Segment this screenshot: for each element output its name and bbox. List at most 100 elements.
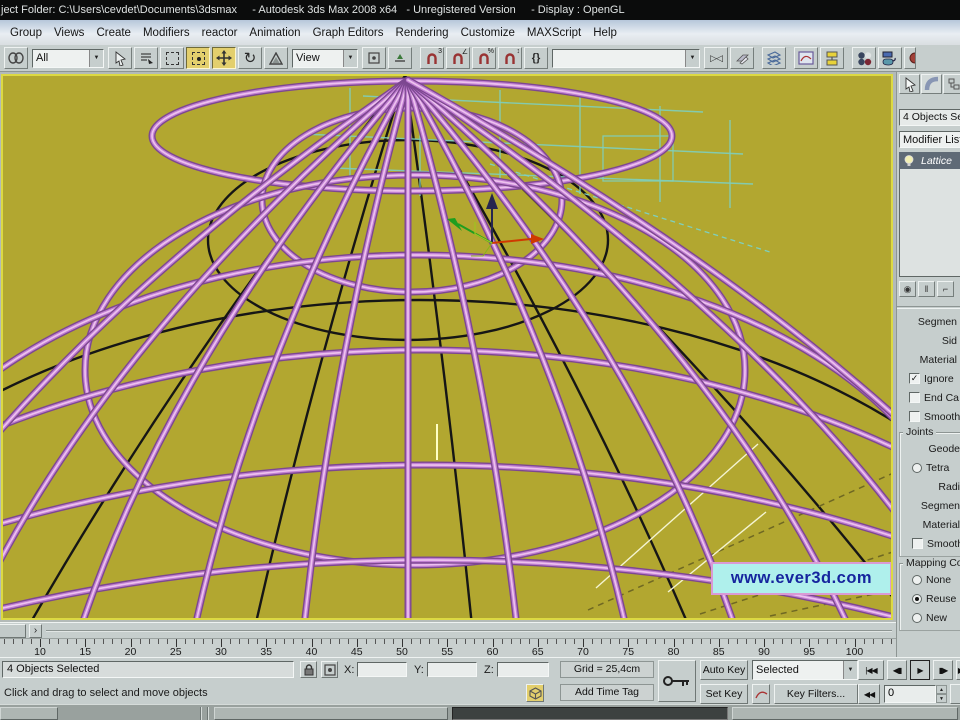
menu-animation[interactable]: Animation: [243, 24, 306, 42]
snap-toggle-3d-button[interactable]: 3: [420, 47, 444, 69]
set-keys-button[interactable]: [658, 660, 696, 702]
menu-maxscript[interactable]: MAXScript: [521, 24, 587, 42]
current-frame-field[interactable]: 0: [884, 685, 936, 703]
play-button[interactable]: ▶: [910, 660, 930, 680]
menu-views[interactable]: Views: [48, 24, 90, 42]
object-name-field[interactable]: 4 Objects Selected: [899, 109, 960, 126]
curve-editor-button[interactable]: [794, 47, 818, 69]
chevron-down-icon[interactable]: ▼: [89, 49, 103, 67]
modifier-stack-list[interactable]: [899, 169, 960, 277]
taskbar-segment[interactable]: [0, 707, 58, 720]
spinner-snap-button[interactable]: ↕: [498, 47, 522, 69]
viewport-canvas[interactable]: [3, 76, 891, 618]
x-coordinate-field[interactable]: [357, 662, 407, 677]
edit-named-selections-button[interactable]: {}: [524, 47, 548, 69]
checkbox[interactable]: ✓: [909, 373, 920, 384]
rollout-radio-tetra[interactable]: Tetra: [900, 458, 960, 477]
layer-manager-button[interactable]: [762, 47, 786, 69]
chevron-down-icon[interactable]: ▼: [843, 661, 857, 679]
menu-modifiers[interactable]: Modifiers: [137, 24, 196, 42]
selection-region-button[interactable]: [160, 47, 184, 69]
rollout-checkbox-end-ca[interactable]: End Ca: [897, 388, 960, 407]
perspective-viewport[interactable]: www.ever3d.com: [3, 76, 891, 618]
default-in-out-tangents-button[interactable]: [752, 684, 770, 704]
tab-modify[interactable]: [921, 74, 942, 94]
selection-filter-dropdown[interactable]: All ▼: [32, 48, 104, 68]
next-frame-arrow-button[interactable]: ›: [29, 624, 42, 638]
spinner-down-icon[interactable]: ▼: [936, 694, 947, 703]
show-end-result-button[interactable]: ‖: [918, 281, 935, 297]
chevron-down-icon[interactable]: ▼: [685, 49, 699, 67]
absolute-offset-toggle[interactable]: [321, 661, 338, 678]
time-slider-handle[interactable]: [0, 624, 26, 638]
rollout-checkbox-smooth[interactable]: Smooth: [900, 534, 960, 553]
select-object-button[interactable]: [108, 47, 132, 69]
select-by-name-button[interactable]: [134, 47, 158, 69]
previous-frame-button[interactable]: ◀▮: [887, 660, 907, 680]
rollout-radio-new[interactable]: New: [900, 608, 960, 627]
window-crossing-toggle[interactable]: [186, 47, 210, 69]
select-and-move-button[interactable]: [212, 47, 236, 69]
spinner-up-icon[interactable]: ▲: [936, 685, 947, 694]
quick-render-button[interactable]: [904, 47, 916, 69]
chevron-down-icon[interactable]: ▼: [343, 49, 357, 67]
schematic-view-button[interactable]: [820, 47, 844, 69]
viewport-nav-clipped-button[interactable]: [950, 684, 960, 704]
use-pivot-center-button[interactable]: [362, 47, 386, 69]
add-time-tag[interactable]: Add Time Tag: [560, 684, 654, 701]
selection-lock-toggle[interactable]: [300, 661, 317, 678]
set-key-button[interactable]: Set Key: [700, 684, 748, 704]
auto-key-button[interactable]: Auto Key: [700, 660, 748, 680]
render-setup-button[interactable]: [878, 47, 902, 69]
modifier-list-dropdown[interactable]: Modifier List ▼: [899, 131, 960, 148]
time-slider[interactable]: ›: [0, 622, 896, 638]
menu-group[interactable]: Group: [4, 24, 48, 42]
frame-spinner[interactable]: ▲ ▼: [936, 685, 947, 703]
radio-button[interactable]: [912, 462, 922, 473]
checkbox[interactable]: [909, 411, 920, 422]
make-unique-button[interactable]: ⌐: [937, 281, 954, 297]
taskbar-button-active[interactable]: [452, 707, 728, 720]
track-bar[interactable]: 10 15 20 25 30 35 40 45 50 55 60 65 70 75 80 85 90 95 100: [0, 638, 896, 657]
reference-coordsys-dropdown[interactable]: View ▼: [292, 48, 358, 68]
menu-rendering[interactable]: Rendering: [390, 24, 455, 42]
material-editor-button[interactable]: [852, 47, 876, 69]
y-coordinate-field[interactable]: [427, 662, 477, 677]
next-frame-button[interactable]: ▮▶: [933, 660, 953, 680]
crossing-selection-toggle[interactable]: [526, 684, 544, 702]
radio-button[interactable]: [912, 612, 922, 623]
percent-snap-button[interactable]: %: [472, 47, 496, 69]
key-filters-button[interactable]: Key Filters...: [774, 684, 858, 704]
menu-create[interactable]: Create: [90, 24, 137, 42]
rollout-radio-none[interactable]: None: [900, 570, 960, 589]
tab-create[interactable]: [899, 74, 920, 94]
menu-help[interactable]: Help: [587, 24, 623, 42]
menu-reactor[interactable]: reactor: [196, 24, 244, 42]
checkbox[interactable]: [909, 392, 920, 403]
select-and-rotate-button[interactable]: ↻: [238, 47, 262, 69]
mirror-button[interactable]: ▷◁: [704, 47, 728, 69]
taskbar-button[interactable]: [732, 707, 958, 720]
tab-hierarchy[interactable]: [943, 74, 960, 94]
key-mode-toggle[interactable]: ◀◀: [858, 684, 880, 704]
menu-customize[interactable]: Customize: [455, 24, 521, 42]
align-button[interactable]: [730, 47, 754, 69]
go-to-start-button[interactable]: |◀◀: [858, 660, 884, 680]
select-and-link-icon[interactable]: [4, 47, 28, 69]
keying-mode-dropdown[interactable]: Selected ▼: [752, 660, 858, 680]
modifier-stack-selected-row[interactable]: Lattice: [899, 152, 960, 169]
pin-stack-button[interactable]: ◉: [899, 281, 916, 297]
rollout-checkbox-ignore[interactable]: ✓ Ignore: [897, 369, 960, 388]
select-and-scale-button[interactable]: [264, 47, 288, 69]
menu-graph-editors[interactable]: Graph Editors: [307, 24, 390, 42]
radio-button[interactable]: [912, 593, 922, 604]
rollout-radio-reuse[interactable]: Reuse: [900, 589, 960, 608]
time-slider-track[interactable]: [46, 630, 892, 632]
z-coordinate-field[interactable]: [497, 662, 549, 677]
checkbox[interactable]: [912, 538, 923, 549]
angle-snap-button[interactable]: ∠: [446, 47, 470, 69]
named-selection-sets-dropdown[interactable]: ▼: [552, 48, 700, 68]
taskbar-button[interactable]: [214, 707, 448, 720]
radio-button[interactable]: [912, 574, 922, 585]
rollout-checkbox-smooth[interactable]: Smooth: [897, 407, 960, 426]
